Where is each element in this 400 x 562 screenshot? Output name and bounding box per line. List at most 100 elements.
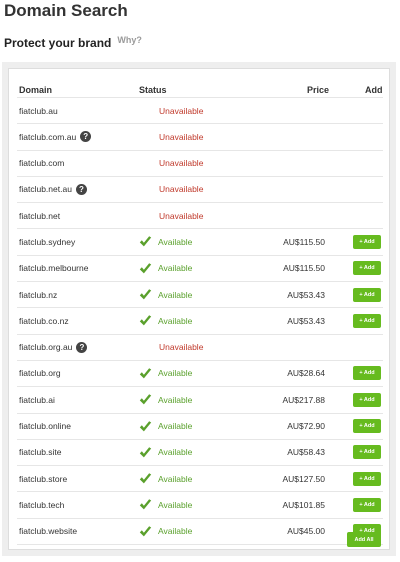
status-cell: Available <box>139 256 192 281</box>
status-unavailable: Unavailable <box>159 158 204 169</box>
checkmark-icon <box>139 447 152 458</box>
add-domain-button[interactable]: + Add <box>353 497 381 512</box>
table-row: fiatclub.nz Available AU$53.43 + Add <box>17 282 383 309</box>
add-cell: + Add <box>353 361 381 386</box>
header-domain: Domain <box>19 85 53 95</box>
add-domain-button[interactable]: + Add <box>353 445 381 460</box>
domain-cell: fiatclub.net <box>19 203 60 228</box>
domain-cell: fiatclub.com.au? <box>19 124 92 149</box>
add-domain-button[interactable]: + Add <box>353 261 381 276</box>
help-icon[interactable]: ? <box>75 183 87 195</box>
subtitle-row: Protect your brand Why? <box>4 35 142 50</box>
status-cell: Available <box>139 308 192 333</box>
status-cell: Unavailable <box>139 203 203 228</box>
add-domain-button[interactable]: + Add <box>353 419 381 434</box>
table-row: fiatclub.co.nz Available AU$53.43 + Add <box>17 308 383 335</box>
table-row: fiatclub.net Unavailable <box>17 203 383 230</box>
status-available: Available <box>158 394 193 405</box>
domain-cell: fiatclub.store <box>19 466 67 491</box>
status-cell: Available <box>139 414 192 439</box>
domain-cell: fiatclub.site <box>19 440 62 465</box>
checkmark-icon <box>139 473 152 484</box>
domain-name: fiatclub.melbourne <box>19 263 89 274</box>
domain-results-panel: Domain Status Price Add fiatclub.au Unava… <box>2 62 396 556</box>
status-cell: Available <box>139 440 192 465</box>
checkmark-icon <box>139 368 152 379</box>
domain-cell: fiatclub.sydney <box>19 229 75 254</box>
add-domain-button[interactable]: + Add <box>353 313 381 328</box>
table-row: fiatclub.melbourne Available AU$115.50 + Ad… <box>17 256 383 283</box>
domain-cell: fiatclub.website <box>19 519 77 544</box>
add-domain-button[interactable]: + Add <box>353 471 381 486</box>
domain-name: fiatclub.ai <box>19 394 55 405</box>
price-cell: AU$58.43 <box>287 447 325 458</box>
table-row: fiatclub.site Available AU$58.43 + Add <box>17 440 383 467</box>
price-cell: AU$28.64 <box>287 368 325 379</box>
add-cell: + Add <box>353 256 381 281</box>
price-cell: AU$53.43 <box>287 289 325 300</box>
domain-cell: fiatclub.tech <box>19 492 64 517</box>
help-icon[interactable]: ? <box>80 131 92 143</box>
status-cell: Available <box>139 466 192 491</box>
add-cell: + Add <box>353 440 381 465</box>
status-unavailable: Unavailable <box>159 105 204 116</box>
status-available: Available <box>158 236 193 247</box>
status-cell: Unavailable <box>139 124 203 149</box>
add-domain-button[interactable]: + Add <box>353 234 381 249</box>
domain-name: fiatclub.net <box>19 210 61 221</box>
status-available: Available <box>158 499 193 510</box>
status-available: Available <box>158 421 193 432</box>
domain-name: fiatclub.org.au <box>19 342 73 353</box>
domain-cell: fiatclub.online <box>19 414 71 439</box>
add-domain-button[interactable]: + Add <box>353 287 381 302</box>
table-row: fiatclub.store Available AU$127.50 + Add <box>17 466 383 493</box>
domain-cell: fiatclub.melbourne <box>19 256 88 281</box>
domain-name: fiatclub.sydney <box>19 236 76 247</box>
add-all-button[interactable]: Add All <box>347 532 381 547</box>
price-cell: AU$115.50 <box>283 263 325 274</box>
add-domain-button[interactable]: + Add <box>353 392 381 407</box>
price-cell: AU$53.43 <box>287 315 325 326</box>
price-cell: AU$127.50 <box>282 473 325 484</box>
add-domain-button[interactable]: + Add <box>353 366 381 381</box>
status-available: Available <box>158 368 193 379</box>
table-row: fiatclub.ai Available AU$217.88 + Add <box>17 387 383 414</box>
price-cell: AU$101.85 <box>282 499 325 510</box>
domain-cell: fiatclub.nz <box>19 282 57 307</box>
add-cell: + Add <box>353 282 381 307</box>
help-icon[interactable]: ? <box>76 341 88 353</box>
why-link[interactable]: Why? <box>117 35 142 45</box>
checkmark-icon <box>139 420 152 431</box>
price-cell: AU$115.50 <box>283 236 325 247</box>
domain-name: fiatclub.tech <box>19 499 65 510</box>
domain-name: fiatclub.com <box>19 158 65 169</box>
domain-cell: fiatclub.org.au? <box>19 335 88 360</box>
checkmark-icon <box>139 263 152 274</box>
status-cell: Available <box>139 492 192 517</box>
table-row: fiatclub.org.au? Unavailable <box>17 335 383 361</box>
status-cell: Available <box>139 229 192 254</box>
add-cell: + Add <box>353 229 381 254</box>
domain-name: fiatclub.store <box>19 473 68 484</box>
checkmark-icon <box>139 236 152 247</box>
status-cell: Available <box>139 519 192 544</box>
status-unavailable: Unavailable <box>159 184 204 195</box>
table-row: fiatclub.sydney Available AU$115.50 + Add <box>17 229 383 256</box>
domain-cell: fiatclub.com <box>19 151 64 176</box>
domain-name: fiatclub.com.au <box>19 131 77 142</box>
header-add: Add <box>365 85 383 95</box>
table-row: fiatclub.websiteAvailableAU$45.00+ Add <box>17 519 383 546</box>
status-cell: Available <box>139 361 192 386</box>
domain-name: fiatclub.net.au <box>19 184 72 195</box>
table-row: fiatclub.com Unavailable <box>17 151 383 177</box>
page-subtitle: Protect your brand <box>4 36 112 50</box>
domain-name: fiatclub.site <box>19 447 62 458</box>
status-available: Available <box>158 473 193 484</box>
status-cell: Available <box>139 282 192 307</box>
status-available: Available <box>158 447 193 458</box>
domain-results-card: Domain Status Price Add fiatclub.au Unava… <box>8 68 390 550</box>
domain-name: fiatclub.nz <box>19 289 58 300</box>
header-price: Price <box>306 85 329 95</box>
checkmark-icon <box>139 499 152 510</box>
add-cell: + Add <box>353 492 381 517</box>
